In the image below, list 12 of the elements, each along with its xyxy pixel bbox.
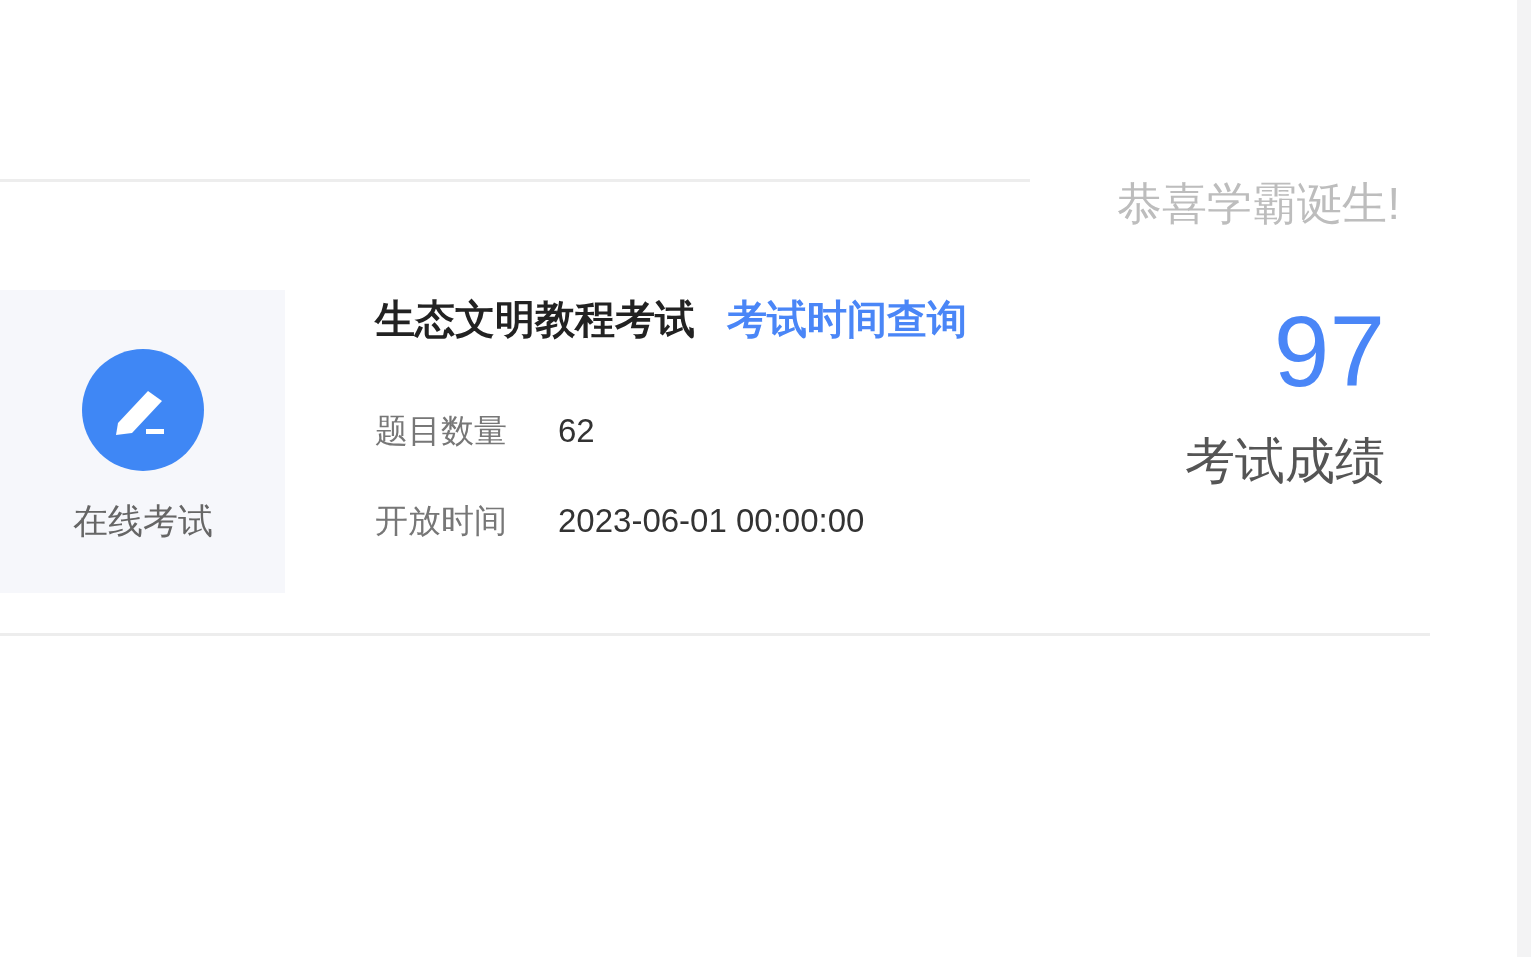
score-value: 97 (1273, 301, 1385, 401)
exam-time-link[interactable]: 考试时间查询 (727, 291, 967, 347)
module-label: 在线考试 (72, 501, 213, 541)
pencil-icon (81, 349, 204, 471)
score-label: 考试成绩 (1185, 432, 1385, 491)
field-value: 2023-06-01 00:00:00 (558, 502, 865, 540)
field-label: 开放时间 (375, 500, 508, 541)
congrats-message: 恭喜学霸诞生! (1117, 179, 1400, 229)
exam-title: 生态文明教程考试 (375, 295, 695, 343)
field-value: 62 (558, 412, 595, 450)
field-label: 题目数量 (375, 410, 508, 451)
module-card[interactable]: 在线考试 (0, 290, 285, 593)
